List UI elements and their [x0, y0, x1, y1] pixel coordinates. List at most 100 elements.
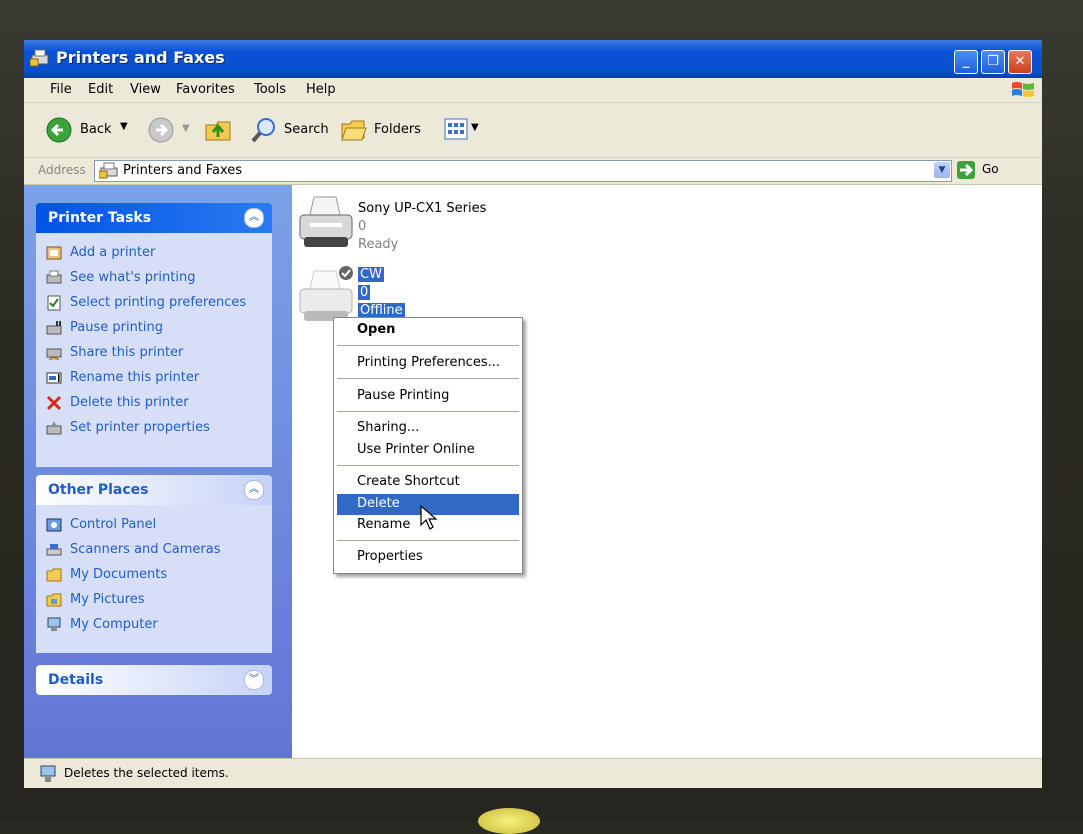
title-bar[interactable]: Printers and Faxes _ ❐ ✕ — [24, 40, 1042, 78]
details-header[interactable]: Details ︾ — [36, 665, 272, 695]
menu-item-create-shortcut[interactable]: Create Shortcut — [337, 472, 519, 493]
collapse-chevron-icon[interactable]: ︽ — [244, 208, 264, 228]
menu-bar: File Edit View Favorites Tools Help — [24, 78, 1042, 103]
menu-tools[interactable]: Tools — [254, 82, 286, 97]
place-my-pictures[interactable]: My Pictures — [36, 588, 272, 613]
go-button[interactable]: Go — [956, 160, 1016, 180]
folders-label: Folders — [374, 122, 421, 137]
windows-logo-icon — [1012, 82, 1034, 97]
folders-button[interactable]: Folders — [340, 116, 426, 144]
status-text: Deletes the selected items. — [64, 766, 229, 780]
menu-item-printing-preferences[interactable]: Printing Preferences... — [337, 353, 519, 374]
printer-icon — [299, 196, 353, 247]
details-panel: Details ︾ — [36, 665, 272, 695]
rename-icon — [46, 372, 62, 384]
preferences-icon — [47, 295, 61, 311]
address-input[interactable]: Printers and Faxes ▼ — [94, 160, 952, 182]
my-documents-icon — [46, 568, 62, 582]
task-select-printing-preferences[interactable]: Select printing preferences — [36, 291, 272, 316]
share-printer-icon — [46, 348, 62, 361]
back-button[interactable]: Back ▼ — [46, 116, 132, 144]
place-my-computer[interactable]: My Computer — [36, 613, 272, 638]
default-printer-check-icon — [339, 266, 353, 280]
task-share-printer[interactable]: Share this printer — [36, 341, 272, 366]
address-bar: Address Printers and Faxes ▼ Go — [24, 158, 1042, 185]
delete-x-icon — [46, 395, 62, 411]
context-menu: Open Printing Preferences... Pause Print… — [333, 317, 523, 574]
task-set-printer-properties[interactable]: Set printer properties — [36, 416, 272, 441]
printers-folder-icon — [30, 49, 49, 67]
menu-help[interactable]: Help — [306, 82, 336, 97]
up-folder-icon[interactable] — [204, 115, 234, 143]
details-title: Details — [48, 672, 104, 688]
status-bar: Deletes the selected items. — [24, 758, 1042, 788]
printer-status: Offline — [358, 303, 405, 318]
expand-chevron-icon[interactable]: ︾ — [244, 670, 264, 690]
menu-separator — [337, 540, 519, 541]
back-label: Back — [80, 122, 112, 137]
printer-doc-count: 0 — [358, 219, 367, 234]
status-info-icon — [40, 765, 56, 782]
views-icon — [444, 118, 468, 140]
printer-tasks-panel: Printer Tasks ︽ Add a printer See what's… — [36, 203, 272, 467]
other-places-panel: Other Places ︽ Control Panel Scanners an… — [36, 475, 272, 653]
menu-item-sharing[interactable]: Sharing... — [337, 418, 519, 439]
printer-tasks-title: Printer Tasks — [48, 210, 152, 226]
printer-item[interactable]: Sony UP-CX1 Series 0 Ready — [296, 189, 496, 259]
monitor-power-led — [478, 808, 540, 834]
other-places-title: Other Places — [48, 482, 149, 498]
forward-arrow-icon[interactable] — [148, 117, 174, 143]
search-icon — [251, 118, 275, 143]
printer-status: Ready — [358, 237, 399, 252]
back-arrow-icon — [46, 117, 72, 143]
menu-item-open[interactable]: Open — [337, 320, 519, 341]
menu-favorites[interactable]: Favorites — [176, 82, 235, 97]
search-label: Search — [284, 122, 329, 137]
scanner-icon — [46, 544, 62, 556]
print-queue-icon — [46, 270, 62, 284]
add-printer-icon — [46, 246, 62, 260]
printer-name: CW — [358, 267, 384, 282]
properties-icon — [46, 421, 62, 435]
task-rename-printer[interactable]: Rename this printer — [36, 366, 272, 391]
menu-separator — [337, 378, 519, 379]
address-label: Address — [38, 163, 86, 177]
task-delete-printer[interactable]: Delete this printer — [36, 391, 272, 416]
menu-edit[interactable]: Edit — [88, 82, 113, 97]
toolbar: Back ▼ ▼ Search Folders ▼ — [24, 103, 1042, 158]
menu-separator — [337, 465, 519, 466]
menu-view[interactable]: View — [130, 82, 161, 97]
other-places-header[interactable]: Other Places ︽ — [36, 475, 272, 505]
my-computer-icon — [47, 617, 61, 631]
pause-printer-icon — [46, 321, 62, 335]
forward-dropdown-icon[interactable]: ▼ — [182, 123, 190, 134]
menu-item-properties[interactable]: Properties — [337, 547, 519, 568]
explorer-window: Printers and Faxes _ ❐ ✕ File Edit View … — [24, 40, 1042, 788]
place-scanners-cameras[interactable]: Scanners and Cameras — [36, 538, 272, 563]
task-pane: Printer Tasks ︽ Add a printer See what's… — [24, 185, 292, 758]
my-pictures-icon — [46, 593, 62, 607]
control-panel-icon — [46, 518, 62, 532]
minimize-button[interactable]: _ — [954, 50, 978, 74]
views-button[interactable]: ▼ — [444, 118, 484, 142]
place-my-documents[interactable]: My Documents — [36, 563, 272, 588]
menu-item-pause-printing[interactable]: Pause Printing — [337, 386, 519, 407]
address-value: Printers and Faxes — [123, 163, 243, 178]
place-control-panel[interactable]: Control Panel — [36, 513, 272, 538]
views-dropdown-icon: ▼ — [471, 122, 479, 133]
task-see-whats-printing[interactable]: See what's printing — [36, 266, 272, 291]
address-dropdown-button[interactable]: ▼ — [934, 162, 950, 178]
task-add-printer[interactable]: Add a printer — [36, 241, 272, 266]
task-pause-printing[interactable]: Pause printing — [36, 316, 272, 341]
go-arrow-icon — [957, 161, 975, 179]
collapse-chevron-icon[interactable]: ︽ — [244, 480, 264, 500]
menu-item-use-printer-online[interactable]: Use Printer Online — [337, 440, 519, 461]
maximize-button[interactable]: ❐ — [981, 50, 1005, 74]
back-dropdown-icon[interactable]: ▼ — [120, 121, 128, 132]
search-button[interactable]: Search — [250, 116, 332, 144]
printer-name: Sony UP-CX1 Series — [358, 201, 487, 216]
printer-tasks-header[interactable]: Printer Tasks ︽ — [36, 203, 272, 233]
close-button[interactable]: ✕ — [1008, 50, 1032, 74]
menu-file[interactable]: File — [50, 82, 72, 97]
menu-separator — [337, 345, 519, 346]
